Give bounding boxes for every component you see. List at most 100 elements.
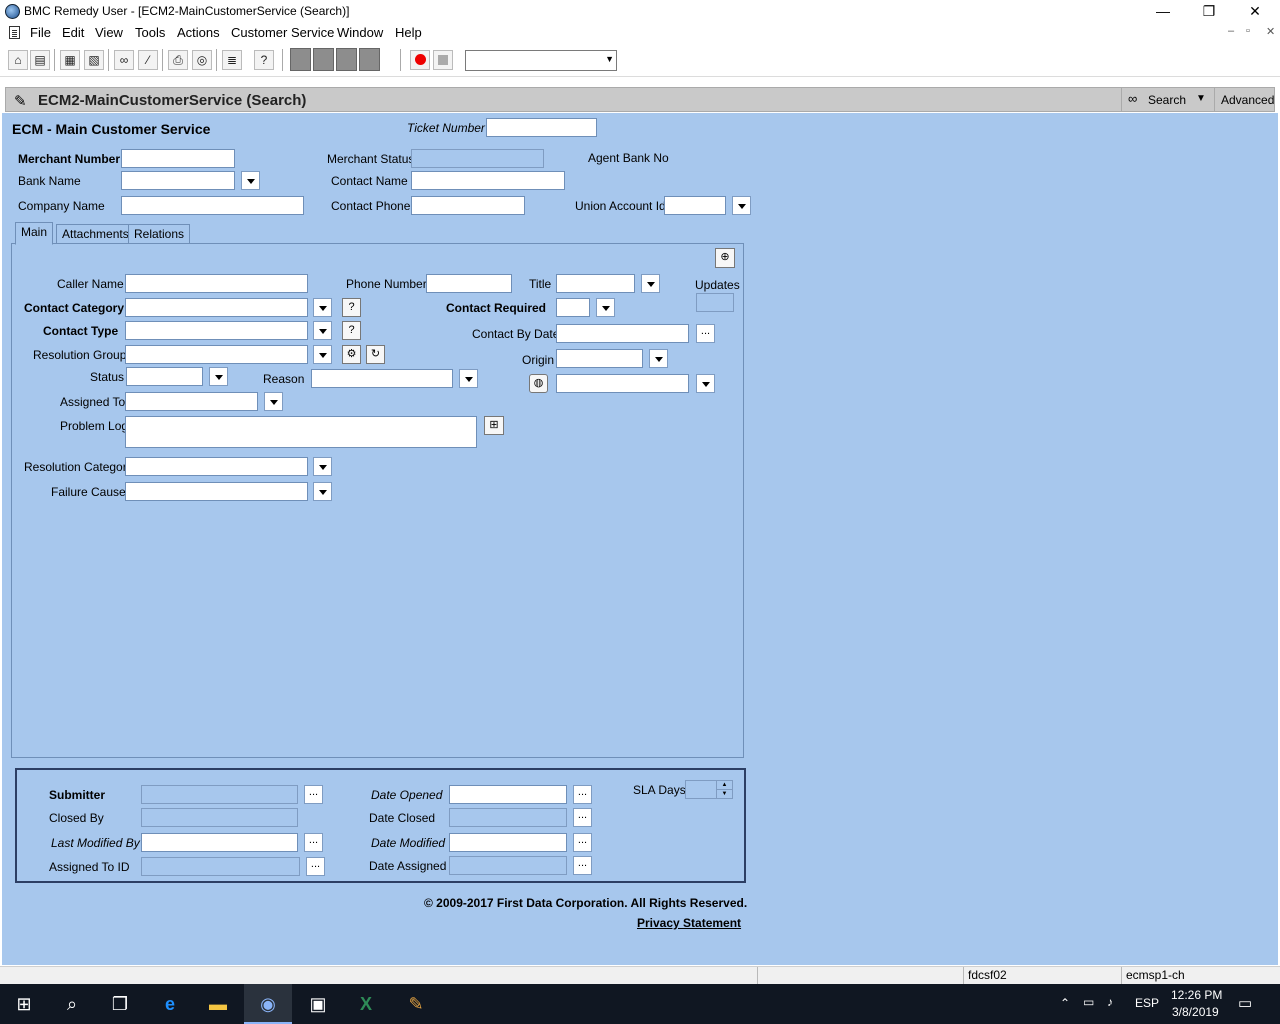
last-modified-by-lookup-button[interactable]: ... (304, 833, 323, 852)
excel-icon[interactable]: X (342, 984, 390, 1024)
last-modified-by-field[interactable] (141, 833, 298, 852)
date-modified-picker-button[interactable]: ... (573, 833, 592, 852)
new-note-icon[interactable]: ⊕ (715, 248, 735, 268)
phone-number-field[interactable] (426, 274, 512, 293)
privacy-statement-link[interactable]: Privacy Statement (637, 916, 741, 930)
problem-log-field[interactable] (125, 416, 477, 448)
minimize-button[interactable]: — (1140, 0, 1186, 22)
date-opened-field[interactable] (449, 785, 567, 804)
contact-category-help-icon[interactable]: ? (342, 298, 361, 317)
submitter-lookup-button[interactable]: ... (304, 785, 323, 804)
contact-type-dropdown[interactable] (313, 321, 332, 340)
location-dropdown[interactable] (696, 374, 715, 393)
company-name-field[interactable] (121, 196, 304, 215)
origin-field[interactable] (556, 349, 643, 368)
clear-icon[interactable]: ⁄ (138, 50, 158, 70)
spin-down-icon[interactable]: ▼ (716, 789, 732, 798)
assigned-to-dropdown[interactable] (264, 392, 283, 411)
date-opened-picker-button[interactable]: ... (573, 785, 592, 804)
record-macro-icon[interactable] (410, 50, 430, 70)
tab-relations[interactable]: Relations (128, 224, 191, 243)
date-assigned-picker-button[interactable]: ... (573, 856, 592, 875)
remedy-taskbar-icon[interactable]: ◉ (244, 984, 292, 1024)
union-account-id-field[interactable] (664, 196, 726, 215)
bank-name-field[interactable] (121, 171, 235, 190)
remote-desktop-icon[interactable]: ▣ (294, 984, 342, 1024)
globe-icon[interactable]: ◍ (529, 374, 548, 393)
menu-window[interactable]: Window (337, 25, 383, 40)
contact-name-field[interactable] (411, 171, 565, 190)
assigned-to-id-lookup-button[interactable]: ... (306, 857, 325, 876)
location-field[interactable] (556, 374, 689, 393)
contact-phone-field[interactable] (411, 196, 525, 215)
contact-required-dropdown[interactable] (596, 298, 615, 317)
volume-icon[interactable]: ♪ (1107, 995, 1113, 1009)
failure-cause-dropdown[interactable] (313, 482, 332, 501)
resolution-group-dropdown[interactable] (313, 345, 332, 364)
clock-time[interactable]: 12:26 PM (1171, 988, 1222, 1002)
paint-icon[interactable]: ✎ (392, 984, 440, 1024)
mdi-minimize-button[interactable]: ‒ (1228, 25, 1234, 37)
mdi-restore-button[interactable]: ▫ (1246, 25, 1250, 37)
new-request-icon[interactable]: ▦ (60, 50, 80, 70)
windows-start-icon[interactable]: ⊞ (0, 984, 48, 1024)
search-mode-button[interactable]: ∞ Search ▼ (1121, 88, 1214, 111)
status-field[interactable] (126, 367, 203, 386)
notifications-icon[interactable]: ▭ (1238, 994, 1252, 1012)
assigned-to-field[interactable] (125, 392, 258, 411)
status-dropdown[interactable] (209, 367, 228, 386)
reason-field[interactable] (311, 369, 453, 388)
edge-browser-icon[interactable]: e (146, 984, 194, 1024)
contact-type-help-icon[interactable]: ? (342, 321, 361, 340)
caller-name-field[interactable] (125, 274, 308, 293)
file-explorer-icon[interactable]: ▬ (194, 984, 242, 1024)
title-dropdown[interactable] (641, 274, 660, 293)
document-icon[interactable] (9, 26, 20, 39)
input-language[interactable]: ESP (1135, 996, 1159, 1010)
clock-date[interactable]: 3/8/2019 (1172, 1005, 1219, 1019)
refresh-icon[interactable]: ↻ (366, 345, 385, 364)
home-icon[interactable]: ⌂ (8, 50, 28, 70)
date-closed-picker-button[interactable]: ... (573, 808, 592, 827)
contact-required-field[interactable] (556, 298, 590, 317)
title-field[interactable] (556, 274, 635, 293)
menu-file[interactable]: File (30, 25, 51, 40)
stop-macro-icon[interactable] (433, 50, 453, 70)
origin-dropdown[interactable] (649, 349, 668, 368)
network-icon[interactable]: ▭ (1083, 995, 1094, 1009)
open-book-icon[interactable]: ⊞ (484, 416, 504, 435)
search-icon[interactable]: ⌕ (48, 984, 96, 1024)
failure-cause-field[interactable] (125, 482, 308, 501)
menu-edit[interactable]: Edit (62, 25, 84, 40)
union-account-id-dropdown[interactable] (732, 196, 751, 215)
reason-dropdown[interactable] (459, 369, 478, 388)
merchant-number-field[interactable] (121, 149, 235, 168)
print-icon[interactable]: ⎙ (168, 50, 188, 70)
report-icon[interactable]: ≣ (222, 50, 242, 70)
resolution-category-dropdown[interactable] (313, 457, 332, 476)
show-hidden-icons-chevron-icon[interactable]: ⌃ (1060, 996, 1070, 1010)
menu-view[interactable]: View (95, 25, 123, 40)
macro-select[interactable]: ▼ (465, 50, 617, 71)
date-modified-field[interactable] (449, 833, 567, 852)
menu-customer-service[interactable]: Customer Service (231, 25, 334, 40)
task-view-icon[interactable]: ❐ (96, 984, 144, 1024)
contact-category-field[interactable] (125, 298, 308, 317)
print-preview-icon[interactable]: ◎ (192, 50, 212, 70)
bank-name-dropdown[interactable] (241, 171, 260, 190)
resolution-category-field[interactable] (125, 457, 308, 476)
contact-type-field[interactable] (125, 321, 308, 340)
contact-by-date-field[interactable] (556, 324, 689, 343)
mdi-close-button[interactable]: ✕ (1266, 25, 1275, 38)
close-button[interactable]: ✕ (1232, 0, 1278, 22)
help-pointer-icon[interactable]: ? (254, 50, 274, 70)
contact-category-dropdown[interactable] (313, 298, 332, 317)
sla-days-spinner[interactable]: ▲ ▼ (685, 780, 733, 799)
resolution-group-field[interactable] (125, 345, 308, 364)
ticket-number-field[interactable] (486, 118, 597, 137)
menu-actions[interactable]: Actions (177, 25, 220, 40)
search-binoculars-icon[interactable]: ∞ (114, 50, 134, 70)
modify-icon[interactable]: ▧ (84, 50, 104, 70)
menu-help[interactable]: Help (395, 25, 422, 40)
menu-tools[interactable]: Tools (135, 25, 165, 40)
